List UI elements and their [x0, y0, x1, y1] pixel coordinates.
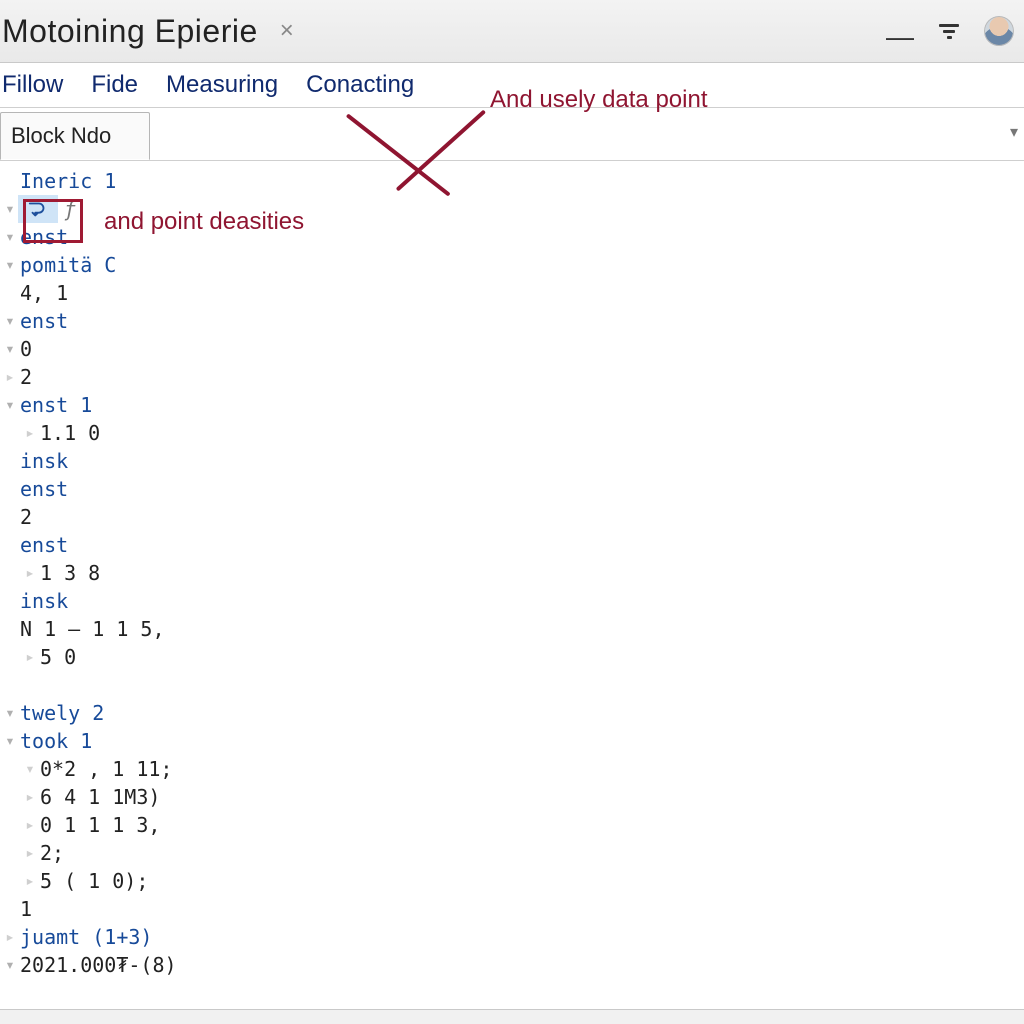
menu-fillow[interactable]: Fillow	[0, 71, 77, 99]
caret-icon[interactable]: ▾	[0, 251, 20, 279]
title-bar: Motoining Epierie × —	[0, 0, 1024, 63]
tab-close-button[interactable]: ×	[280, 19, 294, 43]
tree-panel: Ineric 1 ▾ ƒ ▾ enst ▾ pomitä C ▾ 4, 1	[0, 161, 1024, 1009]
caret-icon[interactable]: ▾	[0, 727, 20, 755]
tree-row-15[interactable]: insk	[0, 587, 1024, 615]
tree-row-19[interactable]: ▾ took 1	[0, 727, 1024, 755]
tree-row-21[interactable]: ▸ 6 4 1 1M3)	[0, 783, 1024, 811]
caret-icon[interactable]: ▸	[0, 923, 20, 951]
window-title: Motoining Epierie	[0, 13, 258, 50]
caret-icon[interactable]: ▸	[20, 643, 40, 671]
status-bar	[0, 1009, 1024, 1024]
tree-row-10[interactable]: insk	[0, 447, 1024, 475]
tab-strip: Block Ndo ▾	[0, 108, 1024, 161]
tree-row-24[interactable]: ▸ 5 ( 1 0);	[0, 867, 1024, 895]
tree-row-23[interactable]: ▸ 2;	[0, 839, 1024, 867]
tree-row-22[interactable]: ▸ 0 1 1 1 3,	[0, 811, 1024, 839]
tree-row-4[interactable]: ▾ 4, 1	[0, 279, 1024, 307]
user-avatar[interactable]	[984, 16, 1014, 46]
caret-icon[interactable]: ▸	[20, 867, 40, 895]
tree-row-17[interactable]: ▸ 5 0	[0, 643, 1024, 671]
tree-row-5[interactable]: ▾ enst	[0, 307, 1024, 335]
caret-icon[interactable]: ▾	[0, 391, 20, 419]
tree-row-14[interactable]: ▸ 1 3 8	[0, 559, 1024, 587]
tree-row-25[interactable]: 1	[0, 895, 1024, 923]
tree-row-26[interactable]: ▸ juamt (1+3)	[0, 923, 1024, 951]
caret-icon[interactable]: ▾	[0, 951, 20, 979]
menu-conacting[interactable]: Conacting	[292, 71, 428, 99]
caret-icon[interactable]: ▾	[0, 335, 20, 363]
tree-row-11[interactable]: enst	[0, 475, 1024, 503]
tree-row-16[interactable]: N 1 – 1 1 5,	[0, 615, 1024, 643]
tree-row-12[interactable]: 2	[0, 503, 1024, 531]
tree-row-3[interactable]: ▾ pomitä C	[0, 251, 1024, 279]
tree-row-1[interactable]: ▾ ƒ	[0, 195, 1024, 223]
caret-icon[interactable]: ▾	[0, 699, 20, 727]
caret-icon[interactable]: ▸	[20, 559, 40, 587]
app-window: And usely data point and point deasities…	[0, 0, 1024, 1024]
titlebar-controls: —	[886, 0, 1014, 62]
tree-row-27[interactable]: ▾ 2021.000₮-(8)	[0, 951, 1024, 979]
tree-row-6[interactable]: ▾ 0	[0, 335, 1024, 363]
tab-label: Block Ndo	[11, 123, 111, 149]
menu-bar: Fillow Fide Measuring Conacting	[0, 63, 1024, 108]
menu-measuring[interactable]: Measuring	[152, 71, 292, 99]
highlighted-node-icon[interactable]	[18, 195, 58, 223]
caret-icon[interactable]: ▸	[0, 363, 20, 391]
tree-row-13[interactable]: enst	[0, 531, 1024, 559]
caret-icon[interactable]: ▾	[0, 223, 20, 251]
filter-icon[interactable]	[938, 20, 960, 42]
toolbar-overflow-caret[interactable]: ▾	[1010, 122, 1018, 142]
tree-row-18[interactable]: ▾ twely 2	[0, 699, 1024, 727]
caret-icon[interactable]: ▸	[20, 839, 40, 867]
outline-tree[interactable]: Ineric 1 ▾ ƒ ▾ enst ▾ pomitä C ▾ 4, 1	[0, 161, 1024, 979]
caret-icon[interactable]: ▾	[0, 307, 20, 335]
tree-row-20[interactable]: ▾ 0*2 , 1 11;	[0, 755, 1024, 783]
menu-fide[interactable]: Fide	[77, 71, 152, 99]
minimize-button[interactable]: —	[886, 21, 914, 53]
tree-row-8[interactable]: ▾ enst 1	[0, 391, 1024, 419]
tree-row-0[interactable]: Ineric 1	[0, 167, 1024, 195]
fx-badge: ƒ	[64, 195, 76, 223]
tree-row-2[interactable]: ▾ enst	[0, 223, 1024, 251]
tree-row-7[interactable]: ▸ 2	[0, 363, 1024, 391]
caret-icon[interactable]: ▸	[20, 811, 40, 839]
blank-row	[0, 671, 1024, 699]
caret-icon[interactable]: ▸	[20, 783, 40, 811]
caret-icon[interactable]: ▸	[20, 419, 40, 447]
tab-block-ndo[interactable]: Block Ndo	[0, 112, 150, 160]
caret-icon[interactable]: ▾	[20, 755, 40, 783]
caret-icon[interactable]: ▾	[0, 195, 20, 223]
tree-row-9[interactable]: ▸ 1.1 0	[0, 419, 1024, 447]
